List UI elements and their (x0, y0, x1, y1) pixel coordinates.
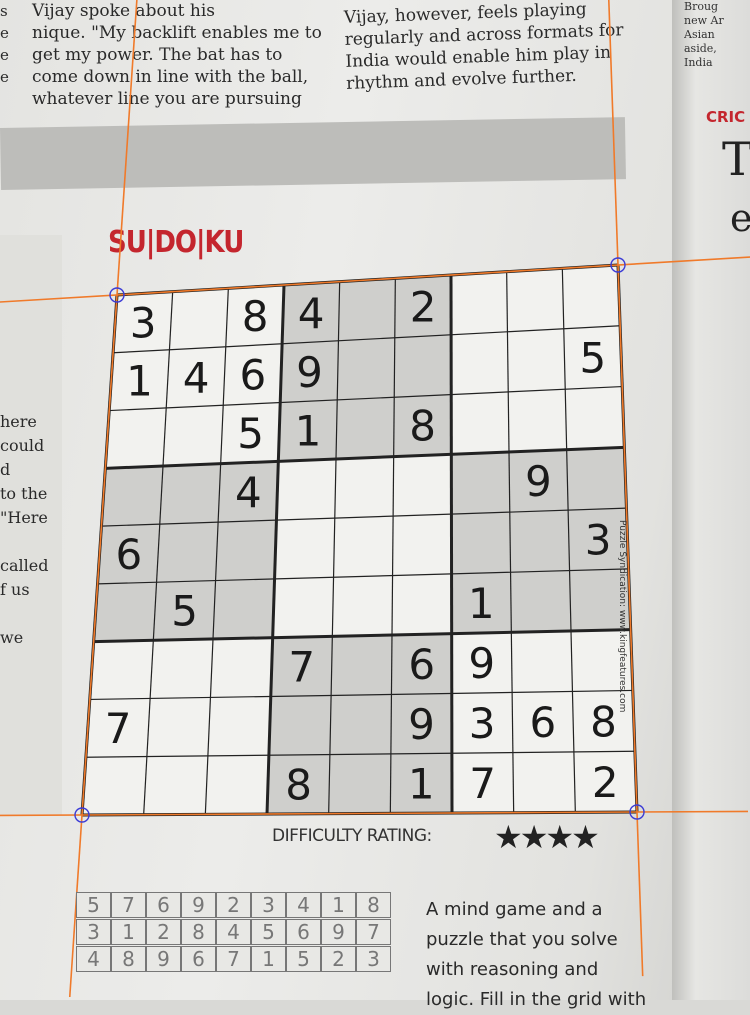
solution-cell: 1 (321, 892, 356, 918)
cell-digit: 4 (298, 289, 325, 338)
cell-digit: 5 (237, 409, 264, 458)
cell-digit: 5 (579, 334, 606, 383)
cell-digit: 8 (409, 402, 436, 451)
cell-digit: 1 (295, 407, 322, 456)
star-icon: ★ (494, 818, 523, 856)
solution-cell: 8 (356, 892, 391, 918)
star-icon: ★ (571, 818, 600, 856)
solution-cell: 2 (146, 919, 181, 945)
solution-cell: 7 (356, 919, 391, 945)
cell-digit: 2 (592, 758, 619, 807)
cell-digit: 6 (239, 351, 266, 400)
copyright-note: Puzzle Syndication: www.kingfeatures.com (617, 520, 627, 713)
solution-cell: 7 (216, 946, 251, 972)
cell-digit: 3 (469, 699, 496, 748)
solution-cell: 8 (181, 919, 216, 945)
star-icon: ★ (519, 818, 549, 856)
cell-digit: 1 (468, 579, 495, 628)
solution-cell: 1 (111, 919, 146, 945)
solution-cell: 6 (146, 892, 181, 918)
cell-digit: 3 (130, 298, 157, 347)
explanation-text: A mind game and a puzzle that you solve … (426, 895, 656, 1015)
grid-line (449, 274, 454, 814)
cell-digit: 9 (468, 639, 495, 688)
solution-cell: 8 (111, 946, 146, 972)
cell-digit: 3 (585, 515, 612, 564)
cell-digit: 1 (126, 356, 153, 405)
difficulty-stars: ★★★★ (494, 818, 600, 856)
cell-digit: 9 (525, 457, 552, 506)
solution-cell: 6 (286, 919, 321, 945)
solution-cell: 3 (76, 919, 111, 945)
explain-line: with reasoning and (426, 959, 599, 980)
cell-digit: 8 (285, 760, 312, 809)
solution-cell: 9 (146, 946, 181, 972)
explain-line: puzzle that you solve (426, 929, 618, 950)
solution-cell: 1 (251, 946, 286, 972)
solution-cell: 4 (286, 892, 321, 918)
cell-digit: 2 (410, 282, 437, 331)
solution-cell: 9 (181, 892, 216, 918)
cell-digit: 8 (590, 697, 617, 746)
star-icon: ★ (545, 818, 574, 856)
solution-cell: 6 (181, 946, 216, 972)
solution-cell: 9 (321, 919, 356, 945)
explain-line: A mind game and a (426, 899, 603, 920)
cell-digit: 7 (288, 642, 315, 691)
solution-cell: 5 (251, 919, 286, 945)
solution-cell: 5 (286, 946, 321, 972)
difficulty-label: DIFFICULTY RATING: (272, 826, 432, 846)
cell-digit: 6 (529, 698, 556, 747)
cell-digit: 4 (183, 353, 210, 402)
solution-cell: 5 (76, 892, 111, 918)
sudoku-grid: 3 8 4 21 4 6 9 55 1 84 96 35 17 6 97 9 3 6 88 1 7 2 (0, 0, 750, 998)
cell-digit: 1 (408, 759, 435, 808)
solution-cell: 3 (251, 892, 286, 918)
cell-digit: 9 (408, 700, 435, 749)
cell-digit: 7 (105, 704, 132, 753)
cell-digit: 5 (171, 587, 198, 636)
cell-digit: 6 (408, 640, 435, 689)
solution-cell: 3 (356, 946, 391, 972)
cell-digit: 7 (469, 759, 496, 808)
cell-digit: 9 (296, 348, 323, 397)
explain-line: logic. Fill in the grid with (426, 989, 647, 1010)
solution-cell: 2 (321, 946, 356, 972)
cell-digit: 8 (242, 292, 269, 341)
solution-cell: 4 (216, 919, 251, 945)
solution-cell: 7 (111, 892, 146, 918)
cell-digit: 4 (235, 468, 262, 517)
cell-digit: 6 (115, 530, 142, 579)
solution-cell: 2 (216, 892, 251, 918)
solution-cell: 4 (76, 946, 111, 972)
